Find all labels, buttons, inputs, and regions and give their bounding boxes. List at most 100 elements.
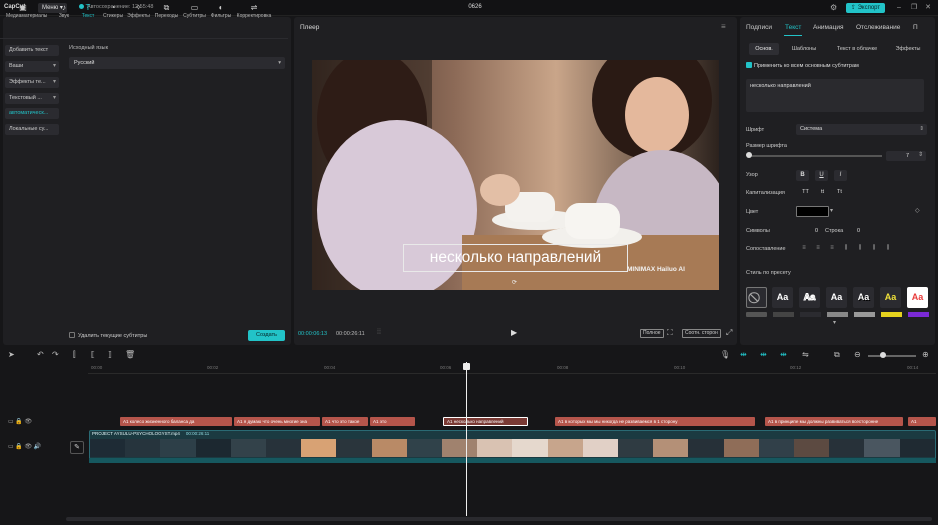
preview-axis-icon[interactable]: ⇋ [802, 350, 809, 359]
side-auto-captions[interactable]: автоматическ... [5, 108, 59, 119]
align-middle-icon[interactable]: ⫼ [856, 244, 864, 252]
preset-5[interactable]: Aa [880, 287, 901, 308]
settings-icon[interactable]: ⚙ [830, 3, 837, 12]
titlecase-button[interactable]: Tt [833, 187, 846, 198]
text-color-swatch[interactable] [796, 206, 829, 217]
preset-4[interactable]: Aa [853, 287, 874, 308]
fit-icon[interactable]: ⧉ [834, 350, 840, 360]
close-icon[interactable]: ✕ [923, 3, 933, 13]
subtitle-clip[interactable]: A1 я думаю что очень многие зна [234, 417, 320, 426]
tab-stickers[interactable]: ◔ Стикеры [101, 3, 125, 21]
align-right-icon[interactable]: ≡ [828, 244, 836, 252]
cover-edit-button[interactable]: ✎ [70, 441, 84, 454]
zoom-in-icon[interactable]: ⊕ [922, 350, 929, 359]
aspect-ratio-button[interactable]: Соотн. сторон [682, 329, 721, 338]
align-bottom-icon[interactable]: ⫼ [870, 244, 878, 252]
full-quality-button[interactable]: Полное [640, 329, 664, 338]
tab-captions[interactable]: ▭ Субтитры [182, 3, 207, 21]
undo-icon[interactable]: ↶ [37, 350, 44, 359]
subtitle-clip[interactable]: A1 колесо жизненного баланса да [120, 417, 232, 426]
subtitle-clip[interactable]: A1 в которых мы мы никогда не развиваемс… [555, 417, 755, 426]
play-button[interactable]: ▶ [511, 328, 517, 337]
source-lang-select[interactable]: Русский ▾ [69, 57, 285, 69]
line-input[interactable]: 0 [838, 226, 864, 236]
zoom-slider[interactable] [868, 355, 916, 357]
italic-button[interactable]: I [834, 170, 847, 181]
caption-text-input[interactable]: несколько направлений [746, 79, 924, 112]
tab-captions-right[interactable]: Подписи [746, 24, 772, 31]
align-justify-icon[interactable]: ⫼ [884, 244, 892, 252]
preset-3[interactable]: Aa [826, 287, 847, 308]
subtitle-clip[interactable]: A1 в принципе мы должны развиваться всес… [765, 417, 903, 426]
uppercase-button[interactable]: TT [799, 187, 812, 198]
tab-text-right[interactable]: Текст [785, 24, 801, 31]
video-track-controls[interactable]: ▭ 🔒 👁 🔊 [8, 443, 41, 450]
side-add-text[interactable]: Добавить текст [5, 45, 59, 56]
chevron-down-icon[interactable]: ▾ [833, 319, 836, 326]
align-left-icon[interactable]: ≡ [800, 244, 808, 252]
apply-all-checkbox[interactable]: Применить ко всем основным субтитрам [746, 62, 859, 69]
tab-text[interactable]: T Текст [77, 3, 99, 21]
tab-effects[interactable]: ✧ Эффекты [126, 3, 151, 21]
tab-transitions[interactable]: ⧉ Переходы [153, 3, 180, 21]
create-button[interactable]: Создать [248, 330, 285, 341]
align-center-icon[interactable]: ≡ [814, 244, 822, 252]
preset-none-icon[interactable]: ⃠ [746, 287, 767, 308]
maximize-icon[interactable]: ❐ [909, 3, 919, 13]
stepper-icon[interactable]: ⇕ [918, 151, 923, 158]
magnet-icon[interactable]: ⇹ [760, 350, 767, 359]
lowercase-button[interactable]: tt [816, 187, 829, 198]
preset-1[interactable]: Aa [772, 287, 793, 308]
player-menu-icon[interactable]: ≡ [721, 22, 726, 31]
timeline-scrollbar[interactable] [66, 517, 932, 521]
preset-2[interactable]: Aa [799, 287, 820, 308]
linkage-icon[interactable]: ⇹ [780, 350, 787, 359]
zoom-out-icon[interactable]: ⊖ [854, 350, 861, 359]
underline-button[interactable]: U [815, 170, 828, 181]
playhead[interactable] [466, 362, 467, 516]
subtitle-overlay[interactable]: несколько направлений [403, 244, 628, 272]
side-yours[interactable]: Ваши ▾ [5, 61, 59, 72]
side-local-captions[interactable]: Локальные су... [5, 124, 59, 135]
split-left-icon[interactable]: ⟦ [91, 350, 95, 359]
keyframe-icon[interactable]: ◇ [915, 207, 920, 214]
tab-tracking[interactable]: Отслеживание [856, 24, 900, 31]
subtitle-clip[interactable]: A1 это [370, 417, 415, 426]
preset-6[interactable]: Aa [907, 287, 928, 308]
subtab-templates[interactable]: Шаблоны [786, 43, 822, 55]
microphone-icon[interactable]: 🎙 [720, 350, 730, 359]
rotate-handle-icon[interactable]: ⟳ [512, 279, 517, 286]
align-top-icon[interactable]: ⫼ [842, 244, 850, 252]
symbols-input[interactable]: 0 [796, 226, 822, 236]
playhead-handle[interactable] [463, 363, 470, 370]
tab-media[interactable]: ▣ Медиаматериалы [6, 3, 47, 21]
project-title[interactable]: 0626 [455, 4, 495, 10]
subtab-bubble[interactable]: Текст в облачке [830, 43, 884, 55]
side-text-templates[interactable]: Текстовый ... ▾ [5, 93, 59, 104]
text-track-controls[interactable]: ▭ 🔒 👁 [8, 418, 32, 425]
font-size-slider[interactable] [748, 155, 882, 157]
tab-animation[interactable]: Анимация [813, 24, 844, 31]
snapshot-icon[interactable]: ⛶ [667, 328, 673, 338]
split-right-icon[interactable]: ⟧ [108, 350, 112, 359]
redo-icon[interactable]: ↷ [52, 350, 59, 359]
chevron-down-icon[interactable]: ▾ [830, 207, 833, 214]
split-icon[interactable]: ⫿ [73, 350, 76, 360]
timeline-view-icon[interactable]: ⁞⁞ [377, 329, 381, 336]
minimize-icon[interactable]: – [894, 3, 904, 13]
select-tool-icon[interactable]: ➤ [8, 350, 15, 359]
export-button[interactable]: ⇪ Экспорт [846, 3, 885, 13]
tab-filters[interactable]: ◐ Фильтры [208, 3, 234, 21]
font-size-slider-knob[interactable] [746, 152, 752, 158]
subtab-basic[interactable]: Основ. [749, 43, 779, 55]
delete-subtitles-checkbox[interactable]: Удалить текущие субтитры [69, 332, 147, 339]
subtitle-clip[interactable]: A1 [908, 417, 936, 426]
tab-more[interactable]: П [913, 24, 918, 31]
side-text-effects[interactable]: Эффекты те... ▾ [5, 77, 59, 88]
subtab-effects[interactable]: Эффекты [890, 43, 926, 55]
tab-audio[interactable]: ♪ Звук [53, 3, 75, 21]
bold-button[interactable]: B [796, 170, 809, 181]
link-main-track-icon[interactable]: ⇹ [740, 350, 747, 359]
delete-icon[interactable]: 🗑 [125, 350, 135, 359]
fullscreen-icon[interactable]: ⤢ [726, 328, 732, 338]
